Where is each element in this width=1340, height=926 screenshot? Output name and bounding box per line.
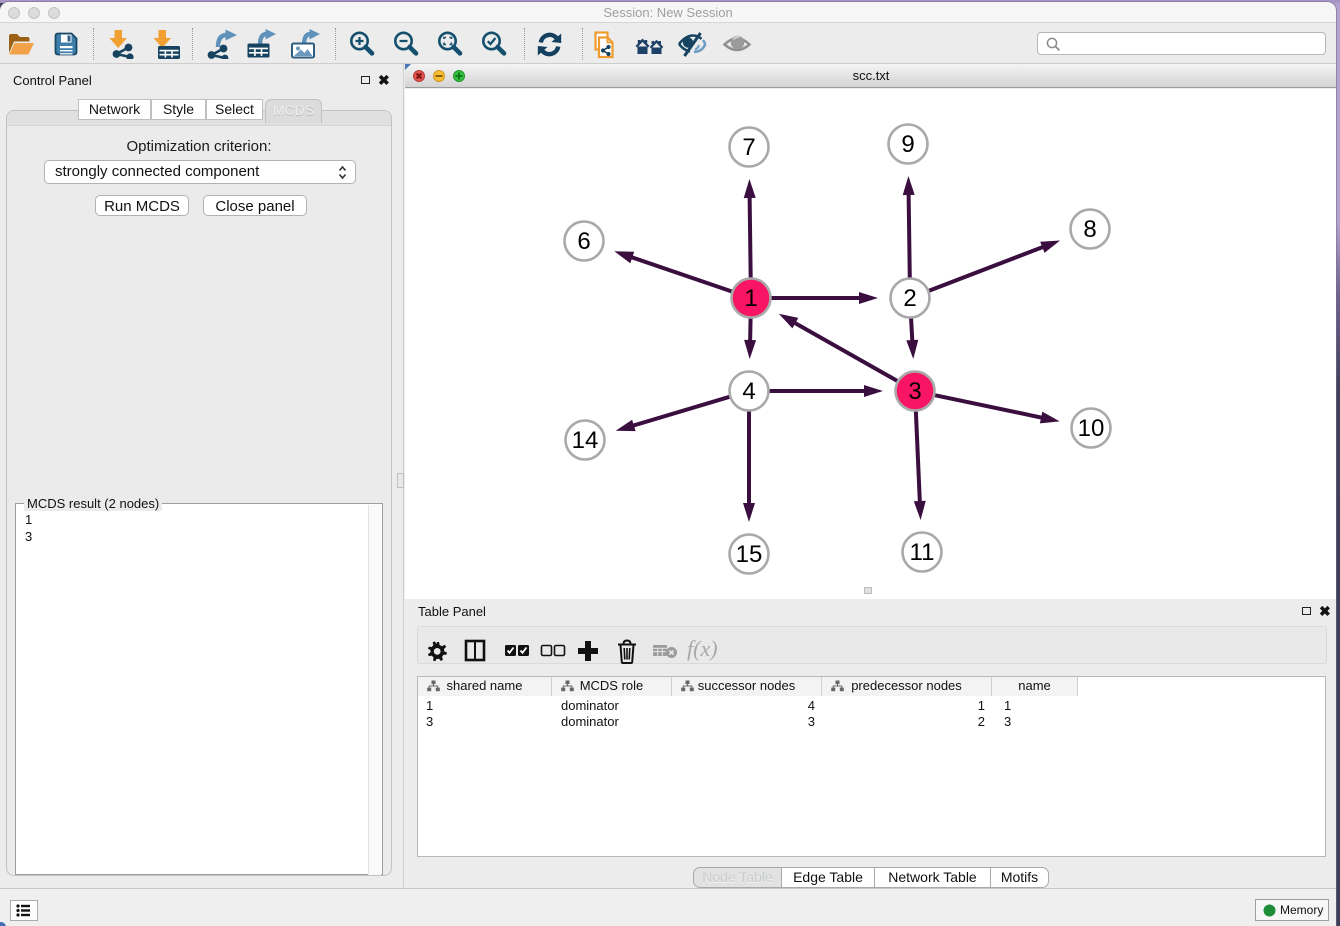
svg-text:3: 3 bbox=[908, 378, 921, 405]
svg-text:1: 1 bbox=[744, 285, 757, 312]
svg-text:15: 15 bbox=[736, 541, 763, 568]
svg-text:2: 2 bbox=[903, 285, 916, 312]
svg-text:7: 7 bbox=[742, 134, 755, 161]
svg-text:11: 11 bbox=[910, 539, 935, 566]
svg-text:14: 14 bbox=[572, 427, 599, 454]
svg-text:10: 10 bbox=[1078, 415, 1105, 442]
svg-text:8: 8 bbox=[1083, 216, 1096, 243]
svg-text:9: 9 bbox=[901, 131, 914, 158]
svg-text:6: 6 bbox=[577, 228, 590, 255]
svg-text:4: 4 bbox=[742, 378, 755, 405]
